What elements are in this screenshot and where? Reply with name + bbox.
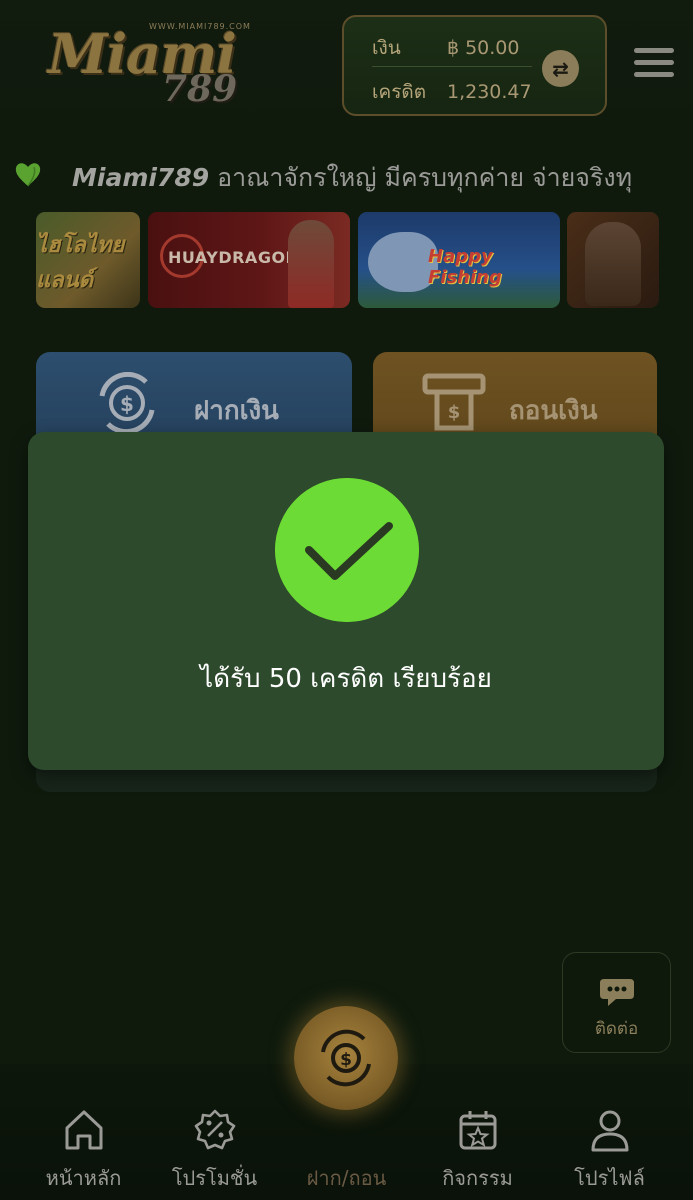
nav-home[interactable]: หน้าหลัก [14,1104,153,1194]
deposit-withdraw-fab[interactable]: $ [294,1006,398,1110]
nav-profile[interactable]: โปรไฟล์ [540,1104,679,1194]
promotion-badge-icon [194,1109,236,1150]
wallet-panel[interactable]: เงิน ฿ 50.00 เครดิต 1,230.47 ⇄ [342,15,607,116]
nav-deposit-withdraw-label: ฝาก/ถอน [306,1166,387,1190]
nav-profile-label: โปรไฟล์ [574,1166,645,1190]
deposit-label: ฝากเงิน [194,396,279,426]
user-icon [591,1110,629,1152]
nav-activities[interactable]: กิจกรรม [408,1104,547,1194]
banner-huaydragon[interactable]: HUAYDRAGON [148,212,350,308]
success-message: ได้รับ 50 เครดิต เรียบร้อย [200,664,492,694]
chat-support-icon [600,979,634,1006]
wallet-balance-row: เงิน ฿ 50.00 [372,33,520,63]
warrior-figure [585,222,641,306]
baht-symbol: ฿ [447,37,460,59]
announcement-marquee: Miami789 อาณาจักรใหญ่ มีครบทุกค่าย จ่ายจ… [0,150,693,198]
banner-happy-fishing-title: Happy Fishing [428,246,502,288]
miami789-logo[interactable]: WWW.MIAMI789.COM Miami 789 [44,16,260,110]
swap-arrows-icon[interactable]: ⇄ [542,50,579,87]
header: WWW.MIAMI789.COM Miami 789 เงิน ฿ 50.00 เ… [0,0,693,130]
success-modal[interactable]: ได้รับ 50 เครดิต เรียบร้อย [28,432,664,770]
svg-text:$: $ [120,392,134,416]
credit-label: เครดิต [372,81,427,103]
money-cycle-icon: $ [321,1029,371,1087]
contact-label: ติดต่อ [594,1019,639,1039]
green-heart-icon [15,163,41,187]
svg-text:$: $ [340,1050,352,1070]
balance-value: ฿ 50.00 [447,37,520,59]
atm-icon: $ [422,373,486,431]
home-icon [65,1110,103,1150]
banner-model-figure [288,220,334,308]
banner-happy-fishing[interactable]: Happy Fishing [358,212,560,308]
marquee-brand: Miami789 [72,163,210,192]
contact-button[interactable]: ติดต่อ [562,952,671,1053]
svg-text:$: $ [448,402,461,423]
check-icon [275,478,419,622]
calendar-star-icon [459,1111,497,1150]
banner-huaydragon-title: HUAYDRAGON [168,248,300,267]
wallet-divider [372,66,532,67]
banner-warrior[interactable] [567,212,659,308]
nav-activities-label: กิจกรรม [442,1166,513,1190]
withdraw-label: ถอนเงิน [509,396,598,426]
nav-home-label: หน้าหลัก [45,1166,122,1190]
banner-hilo[interactable]: ไฮโลไทยแลนด์ [36,212,140,308]
nav-promotion[interactable]: โปรโมชั่น [145,1104,284,1194]
nav-promotion-label: โปรโมชั่น [171,1166,258,1190]
wallet-credit-row: เครดิต 1,230.47 [372,77,532,107]
balance-label: เงิน [372,37,401,59]
hamburger-menu-icon[interactable] [634,48,674,82]
marquee-text: Miami789 อาณาจักรใหญ่ มีครบทุกค่าย จ่ายจ… [72,158,632,198]
logo-number-text: 789 [162,68,238,110]
money-cycle-icon: $ [99,372,155,434]
game-banner-carousel[interactable]: ไฮโลไทยแลนด์ HUAYDRAGON Happy Fishing [0,212,693,310]
nav-deposit-withdraw[interactable]: ฝาก/ถอน [277,1104,416,1194]
credit-value: 1,230.47 [447,81,532,103]
balance-amount: 50.00 [465,37,520,59]
banner-hilo-title: ไฮโลไทยแลนด์ [36,233,125,293]
marquee-message: อาณาจักรใหญ่ มีครบทุกค่าย จ่ายจริงทุ [209,163,633,192]
